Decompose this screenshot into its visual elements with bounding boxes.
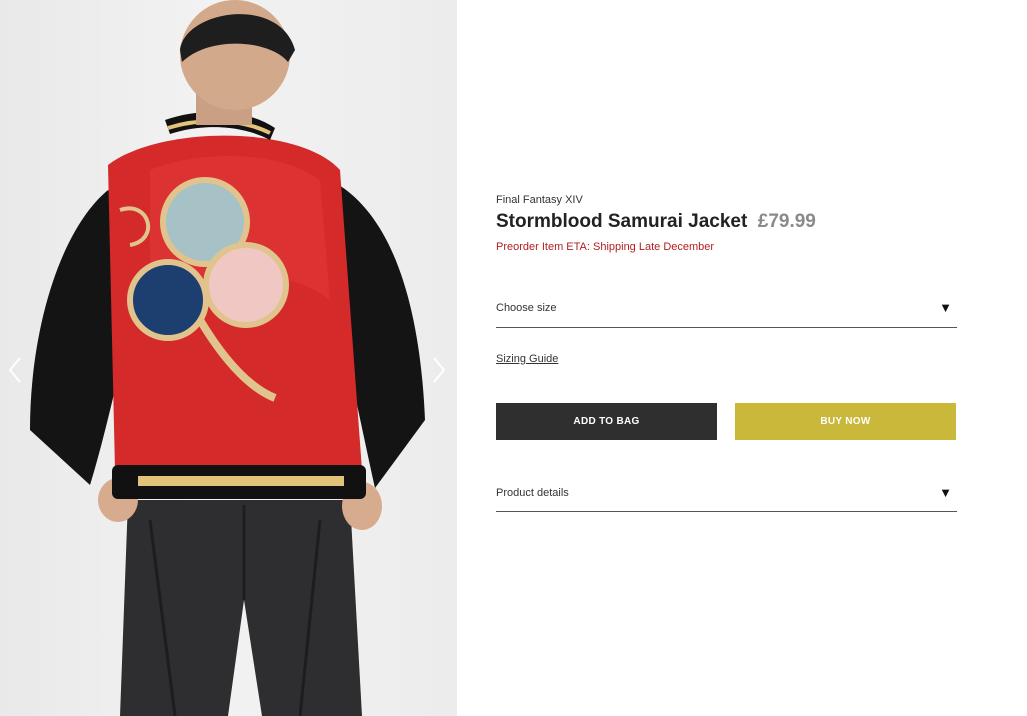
product-image-gallery bbox=[0, 0, 457, 716]
add-to-bag-button[interactable]: ADD TO BAG bbox=[496, 403, 717, 440]
product-brand: Final Fantasy XIV bbox=[496, 194, 583, 206]
chevron-right-icon bbox=[433, 357, 446, 383]
product-title-row: Stormblood Samurai Jacket £79.99 bbox=[496, 211, 816, 233]
product-title: Stormblood Samurai Jacket bbox=[496, 211, 748, 232]
product-photo bbox=[30, 0, 425, 716]
caret-down-icon: ▼ bbox=[939, 485, 952, 500]
chevron-left-icon bbox=[8, 357, 21, 383]
product-price: £79.99 bbox=[757, 211, 816, 232]
product-details-label: Product details bbox=[496, 487, 569, 499]
gallery-prev-button[interactable] bbox=[4, 352, 26, 388]
preorder-notice: Preorder Item ETA: Shipping Late Decembe… bbox=[496, 241, 715, 253]
caret-down-icon: ▼ bbox=[939, 300, 952, 315]
buy-now-button[interactable]: BUY NOW bbox=[735, 403, 956, 440]
sizing-guide-link[interactable]: Sizing Guide bbox=[496, 353, 558, 365]
size-select-label: Choose size bbox=[496, 302, 557, 314]
product-info-panel: Final Fantasy XIV Stormblood Samurai Jac… bbox=[457, 0, 1027, 716]
product-details-accordion[interactable]: Product details ▼ bbox=[496, 480, 957, 512]
size-select[interactable]: Choose size ▼ bbox=[496, 295, 957, 328]
gallery-next-button[interactable] bbox=[428, 352, 450, 388]
